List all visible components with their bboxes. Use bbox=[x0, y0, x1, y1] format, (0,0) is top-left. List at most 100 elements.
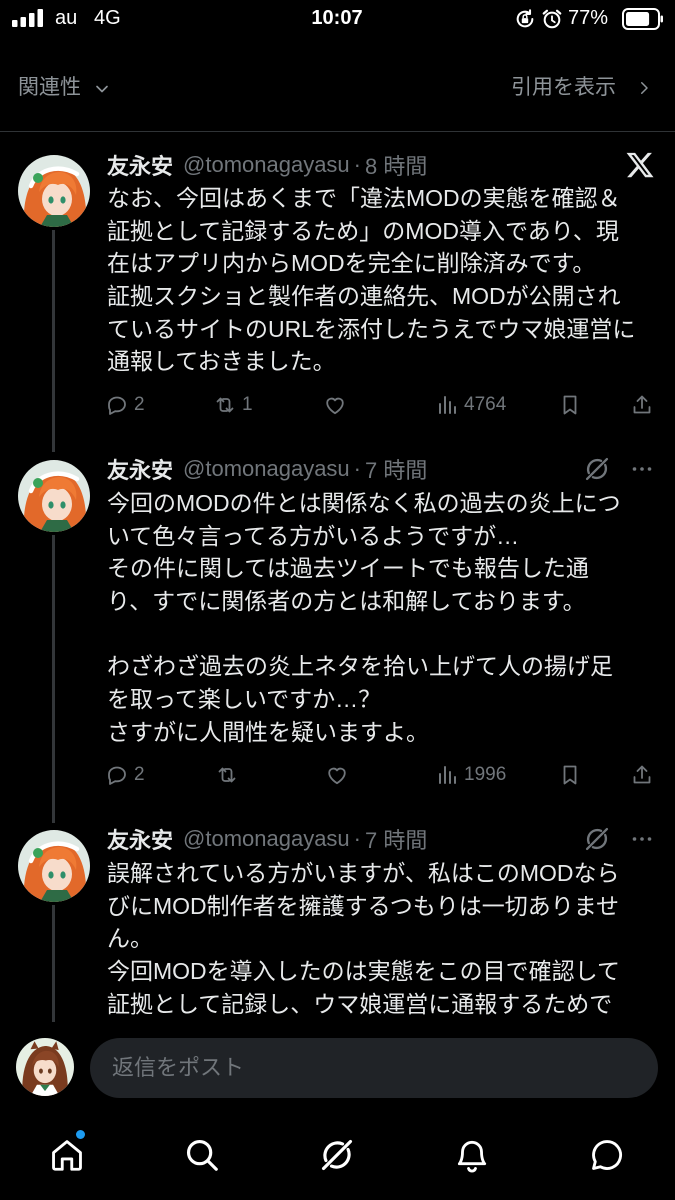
post-time[interactable]: 7 時間 bbox=[365, 825, 427, 853]
separator-dot: · bbox=[353, 826, 361, 851]
alarm-icon bbox=[542, 9, 562, 29]
nav-home[interactable] bbox=[48, 1136, 86, 1174]
tweet-text-line: わざわざ過去の炎上ネタを拾い上げて人の揚げ足 bbox=[107, 653, 613, 680]
separator-dot: · bbox=[353, 152, 361, 177]
composer-avatar[interactable] bbox=[16, 1038, 74, 1096]
like-button[interactable] bbox=[325, 761, 349, 789]
tweet-text-line: ん。 bbox=[107, 925, 153, 952]
heart-icon bbox=[325, 763, 349, 787]
signal-icon bbox=[12, 9, 43, 27]
tweet-text-line: その件に関しては過去ツイートでも報告した通 bbox=[107, 555, 589, 582]
tweet-text-line: 誤解されている方がいますが、私はこのMODなら bbox=[107, 860, 620, 886]
tweet-text-line: 証拠スクショと製作者の連絡先、MODが公開され bbox=[107, 283, 621, 310]
tweet-text: なお、今回はあくまで「違法MODの実態を確認＆ 証拠として記録するため」のMOD… bbox=[107, 182, 657, 378]
post-time[interactable]: 7 時間 bbox=[365, 455, 427, 483]
notifications-icon bbox=[453, 1136, 491, 1174]
like-button[interactable] bbox=[323, 391, 347, 419]
view-quotes-label: 引用を表示 bbox=[511, 76, 616, 99]
tweet-text-line: なお、今回はあくまで「違法MODの実態を確認＆ bbox=[107, 185, 621, 211]
post-time[interactable]: 8 時間 bbox=[365, 151, 427, 179]
tweet-text-line: 証拠として記録し、ウマ娘運営に通報するためで bbox=[107, 990, 613, 1017]
network-label: 4G bbox=[94, 7, 121, 29]
tweet-actions: 2 1 4764 bbox=[0, 391, 675, 419]
battery-percent: 77% bbox=[568, 7, 609, 29]
reply-count: 2 bbox=[134, 764, 145, 785]
tweet-text-line: いて色々言ってる方がいるようですが… bbox=[107, 522, 520, 549]
home-icon bbox=[48, 1136, 86, 1174]
tweet-header: 友永安 @tomonagayasu · 8 時間 bbox=[107, 151, 427, 179]
tweet-text-line: 在はアプリ内からMODを完全に削除済みです。 bbox=[107, 250, 596, 277]
repost-icon bbox=[215, 763, 239, 787]
bookmark-icon bbox=[558, 763, 582, 787]
nav-messages[interactable] bbox=[588, 1136, 626, 1174]
tweet-text: 今回のMODの件とは関係なく私の過去の炎上につ いて色々言ってる方がいるようです… bbox=[107, 487, 657, 749]
share-button[interactable] bbox=[630, 391, 654, 419]
tweet-text-line: 今回MODを導入したのは実態をこの目で確認して bbox=[107, 958, 620, 985]
reply-icon bbox=[105, 393, 129, 417]
tweet-text-line: ているサイトのURLを添付したうえでウマ娘運営に bbox=[107, 315, 636, 342]
reply-input-placeholder: 返信をポスト bbox=[112, 1055, 245, 1080]
grok-icon[interactable] bbox=[583, 825, 611, 853]
bookmark-button[interactable] bbox=[558, 761, 582, 789]
bookmark-button[interactable] bbox=[558, 391, 582, 419]
user-handle[interactable]: @tomonagayasu bbox=[183, 826, 350, 852]
reply-button[interactable]: 2 bbox=[105, 761, 145, 789]
reply-count: 2 bbox=[134, 394, 145, 415]
x-logo-icon bbox=[626, 152, 654, 178]
nav-search[interactable] bbox=[183, 1136, 221, 1174]
tweet-text-line: 証拠として記録するため」のMOD導入であり、現 bbox=[107, 217, 619, 244]
display-name[interactable]: 友永安 bbox=[107, 151, 173, 179]
clock: 10:07 bbox=[311, 7, 363, 29]
avatar[interactable] bbox=[18, 155, 90, 227]
tweet-header: 友永安 @tomonagayasu · 7 時間 bbox=[107, 825, 427, 853]
separator-dot: · bbox=[353, 456, 361, 481]
battery-icon bbox=[622, 8, 663, 30]
share-icon bbox=[630, 393, 654, 417]
notification-dot bbox=[76, 1130, 85, 1139]
display-name[interactable]: 友永安 bbox=[107, 455, 173, 483]
bookmark-icon bbox=[558, 393, 582, 417]
views-count: 1996 bbox=[464, 764, 507, 785]
repost-count: 1 bbox=[242, 394, 253, 415]
more-options-icon[interactable] bbox=[628, 827, 656, 851]
thread-feed: 友永安 @tomonagayasu · 8 時間 なお、今回はあくまで「違法MO… bbox=[0, 132, 675, 1022]
grok-icon[interactable] bbox=[583, 455, 611, 483]
sort-dropdown[interactable]: 関連性 bbox=[18, 74, 118, 102]
more-options-icon[interactable] bbox=[628, 457, 656, 481]
tweet-text-line: り、すでに関係者の方とは和解しております。 bbox=[107, 588, 586, 615]
repost-icon bbox=[213, 393, 237, 417]
tweet-text: 誤解されている方がいますが、私はこのMODなら びにMOD制作者を擁護するつもり… bbox=[107, 857, 657, 1020]
thread-line bbox=[52, 905, 55, 1022]
heart-icon bbox=[323, 393, 347, 417]
views-icon bbox=[435, 763, 459, 787]
views-icon bbox=[435, 393, 459, 417]
chevron-down-icon bbox=[92, 79, 112, 99]
views-button[interactable]: 4764 bbox=[435, 391, 506, 419]
tweet-text-line: びにMOD制作者を擁護するつもりは一切ありませ bbox=[107, 892, 620, 919]
reply-button[interactable]: 2 bbox=[105, 391, 145, 419]
display-name[interactable]: 友永安 bbox=[107, 825, 173, 853]
carrier-label: au bbox=[55, 7, 78, 29]
sort-label: 関連性 bbox=[18, 76, 81, 99]
user-handle[interactable]: @tomonagayasu bbox=[183, 456, 350, 482]
avatar[interactable] bbox=[18, 460, 90, 532]
search-icon bbox=[183, 1136, 221, 1174]
reply-icon bbox=[105, 763, 129, 787]
views-count: 4764 bbox=[464, 394, 507, 415]
view-quotes-link[interactable]: 引用を表示 bbox=[511, 74, 657, 102]
nav-grok[interactable] bbox=[318, 1136, 356, 1174]
reply-input[interactable]: 返信をポスト bbox=[90, 1038, 658, 1098]
tweet-text-line: 今回のMODの件とは関係なく私の過去の炎上につ bbox=[107, 490, 621, 516]
views-button[interactable]: 1996 bbox=[435, 761, 506, 789]
user-handle[interactable]: @tomonagayasu bbox=[183, 152, 350, 178]
messages-icon bbox=[588, 1136, 626, 1174]
repost-button[interactable]: 1 bbox=[213, 391, 253, 419]
nav-notifications[interactable] bbox=[453, 1136, 491, 1174]
chevron-right-icon bbox=[635, 79, 653, 97]
avatar[interactable] bbox=[18, 830, 90, 902]
tweet-text-line bbox=[107, 618, 657, 651]
rotation-lock-icon bbox=[516, 9, 534, 28]
tweet-actions: 2 1996 bbox=[0, 761, 675, 789]
repost-button[interactable] bbox=[215, 761, 239, 789]
share-button[interactable] bbox=[630, 761, 654, 789]
